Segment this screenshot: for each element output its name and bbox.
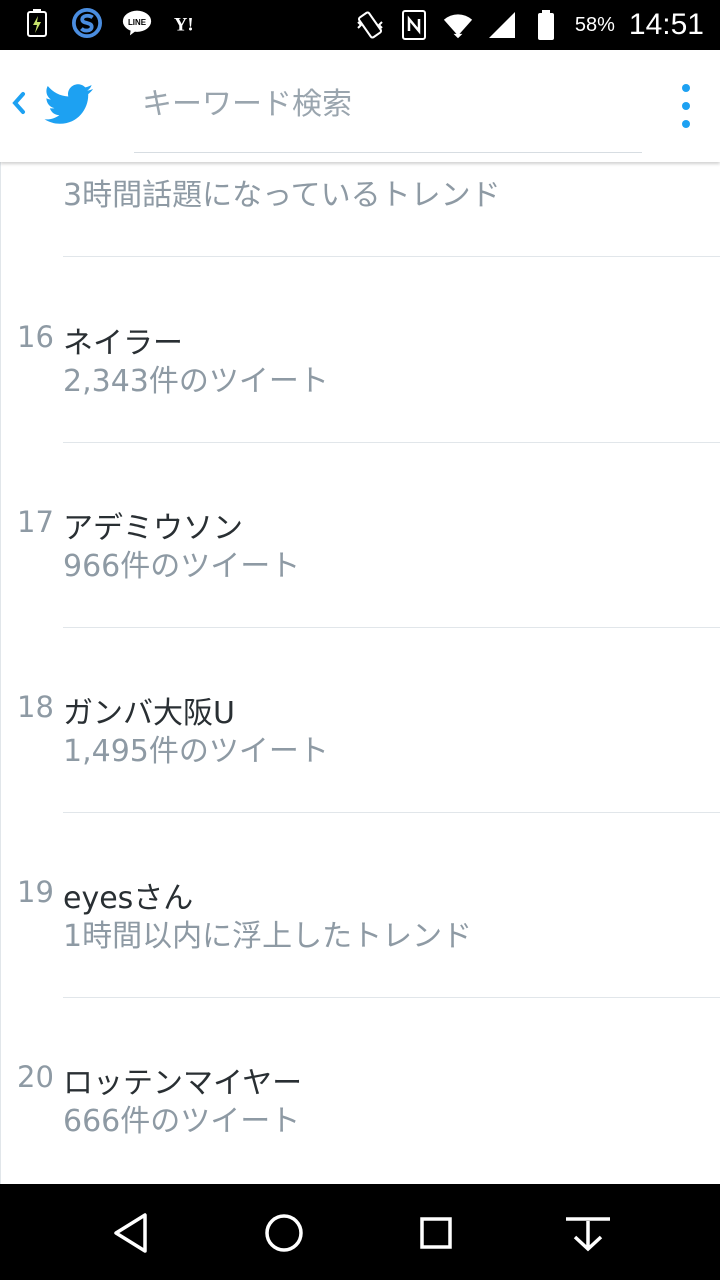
wifi-icon (443, 10, 473, 40)
twitter-bird-icon[interactable] (44, 84, 94, 126)
trend-subtitle: 666件のツイート (63, 1104, 301, 1139)
list-item[interactable]: 16 ネイラー 2,343件のツイート (1, 258, 720, 443)
back-triangle-icon[interactable] (106, 1208, 156, 1258)
trend-subtitle: 3時間話題になっているトレンド (63, 178, 501, 213)
trend-list: 3時間話題になっているトレンド 16 ネイラー 2,343件のツイート 17 ア… (0, 162, 720, 1184)
trend-subtitle: 966件のツイート (63, 549, 301, 584)
search-box (134, 70, 642, 153)
trend-subtitle: 2,343件のツイート (63, 364, 329, 399)
trend-rank: 18 (17, 690, 54, 724)
battery-icon (531, 10, 561, 40)
yahoo-icon: Y! (172, 8, 202, 38)
list-item[interactable]: 18 ガンバ大阪U 1,495件のツイート (1, 628, 720, 813)
status-bar: LINE Y! 58% 14:51 (0, 0, 720, 50)
trend-rank: 17 (17, 505, 54, 539)
signal-icon (487, 10, 517, 40)
trend-subtitle: 1時間以内に浮上したトレンド (63, 919, 473, 954)
trend-rank: 19 (17, 875, 54, 909)
svg-text:Y!: Y! (174, 15, 194, 36)
recents-square-icon[interactable] (411, 1208, 461, 1258)
list-item[interactable]: 3時間話題になっているトレンド (1, 162, 720, 257)
home-circle-icon[interactable] (259, 1208, 309, 1258)
list-item[interactable]: 20 ロッテンマイヤー 666件のツイート (1, 998, 720, 1183)
more-vert-icon[interactable] (676, 82, 696, 130)
hide-keyboard-icon[interactable] (563, 1208, 613, 1258)
line-app-icon: LINE (122, 8, 152, 38)
search-input[interactable] (140, 84, 634, 124)
nfc-icon (399, 10, 429, 40)
divider (63, 256, 720, 257)
navigation-bar (0, 1184, 720, 1280)
clock: 14:51 (628, 8, 704, 41)
svg-text:LINE: LINE (128, 18, 146, 27)
back-chevron-icon[interactable] (8, 88, 30, 118)
trend-subtitle: 1,495件のツイート (63, 734, 329, 769)
app-bar (0, 50, 720, 162)
list-item[interactable]: 17 アデミウソン 966件のツイート (1, 443, 720, 628)
s-app-icon (72, 8, 102, 38)
battery-percent: 58% (574, 13, 615, 36)
battery-charging-icon (22, 8, 52, 38)
list-item[interactable]: 19 eyesさん 1時間以内に浮上したトレンド (1, 813, 720, 998)
vibrate-icon (355, 10, 385, 40)
trend-rank: 16 (17, 320, 54, 354)
trend-rank: 20 (17, 1060, 54, 1094)
